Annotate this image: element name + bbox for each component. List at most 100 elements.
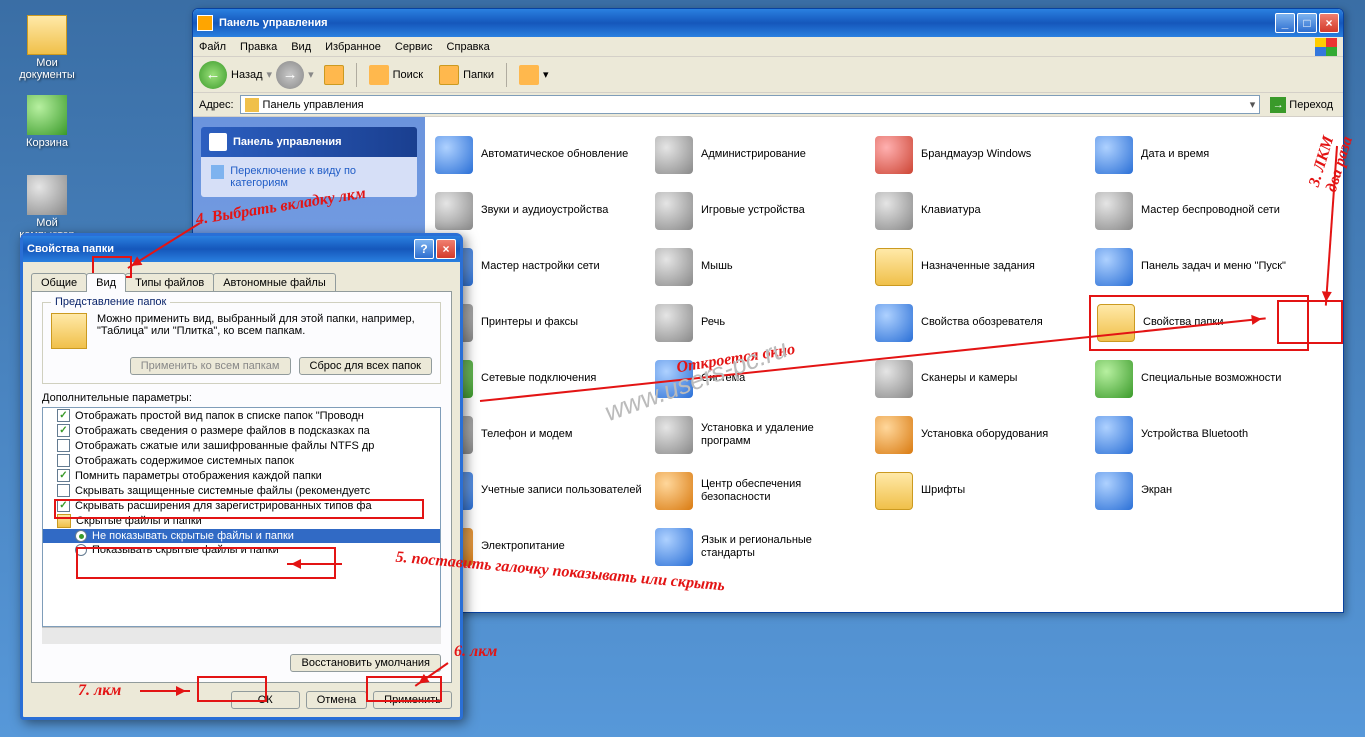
cp-item[interactable]: Устройства Bluetooth <box>1089 407 1309 463</box>
search-button[interactable]: Поиск <box>363 62 429 88</box>
cp-item-label: Мышь <box>701 260 733 273</box>
option-row[interactable]: ✓Отображать простой вид папок в списке п… <box>43 408 440 423</box>
apply-button[interactable]: Применить <box>373 691 452 709</box>
cp-item-label: Мастер беспроводной сети <box>1141 204 1280 217</box>
cp-item[interactable]: Свойства обозревателя <box>869 295 1089 351</box>
views-button[interactable]: ▾ <box>513 62 555 88</box>
task-panel-header[interactable]: Панель управления <box>201 127 417 157</box>
tab-general[interactable]: Общие <box>31 273 87 292</box>
desktop-my-documents[interactable]: Мои документы <box>12 15 82 81</box>
go-icon: → <box>1270 97 1286 113</box>
cp-item[interactable]: Назначенные задания <box>869 239 1089 295</box>
option-label: Скрывать расширения для зарегистрированн… <box>75 500 372 512</box>
cp-item[interactable]: Центр обеспечения безопасности <box>649 463 869 519</box>
tab-offline[interactable]: Автономные файлы <box>213 273 336 292</box>
window-titlebar[interactable]: Панель управления _ □ × <box>193 9 1343 37</box>
option-row[interactable]: Показывать скрытые файлы и папки <box>43 543 440 557</box>
option-row[interactable]: Скрывать защищенные системные файлы (рек… <box>43 483 440 498</box>
radio-icon <box>75 544 87 556</box>
cp-item[interactable]: Дата и время <box>1089 127 1309 183</box>
cp-item[interactable]: Установка и удаление программ <box>649 407 869 463</box>
option-row[interactable]: Не показывать скрытые файлы и папки <box>43 529 440 543</box>
reset-all-button[interactable]: Сброс для всех папок <box>299 357 433 375</box>
help-button[interactable]: ? <box>414 239 434 259</box>
cp-item[interactable]: Свойства папки <box>1089 295 1309 351</box>
tab-filetypes[interactable]: Типы файлов <box>125 273 214 292</box>
menu-favorites[interactable]: Избранное <box>325 41 381 53</box>
forward-button[interactable]: → <box>276 61 304 89</box>
cp-item-label: Принтеры и факсы <box>481 316 578 329</box>
cp-item[interactable]: Установка оборудования <box>869 407 1089 463</box>
cp-item[interactable]: Администрирование <box>649 127 869 183</box>
cp-item-label: Речь <box>701 316 725 329</box>
group-description: Можно применить вид, выбранный для этой … <box>97 313 432 349</box>
cp-item[interactable]: Звуки и аудиоустройства <box>429 183 649 239</box>
menu-help[interactable]: Справка <box>447 41 490 53</box>
control-panel-icon <box>245 98 259 112</box>
advanced-settings-list[interactable]: ✓Отображать простой вид папок в списке п… <box>42 407 441 627</box>
option-row[interactable]: ✓Помнить параметры отображения каждой па… <box>43 468 440 483</box>
tab-view[interactable]: Вид <box>86 273 126 292</box>
go-button[interactable]: →Переход <box>1266 97 1337 113</box>
horizontal-scrollbar[interactable] <box>42 627 441 644</box>
cp-item[interactable]: Специальные возможности <box>1089 351 1309 407</box>
cp-item-icon <box>875 360 913 398</box>
desktop-label: Мои документы <box>12 57 82 81</box>
option-label: Скрытые файлы и папки <box>76 515 202 527</box>
cp-item-icon <box>875 472 913 510</box>
cp-item[interactable]: Экран <box>1089 463 1309 519</box>
menu-edit[interactable]: Правка <box>240 41 277 53</box>
cp-item[interactable]: Брандмауэр Windows <box>869 127 1089 183</box>
cp-item-label: Клавиатура <box>921 204 981 217</box>
menu-view[interactable]: Вид <box>291 41 311 53</box>
back-button[interactable]: ← <box>199 61 227 89</box>
cp-item[interactable]: Клавиатура <box>869 183 1089 239</box>
desktop-recycle-bin[interactable]: Корзина <box>12 95 82 149</box>
close-button[interactable]: × <box>1319 13 1339 33</box>
cp-item-icon <box>655 136 693 174</box>
cp-item[interactable]: Сканеры и камеры <box>869 351 1089 407</box>
minimize-button[interactable]: _ <box>1275 13 1295 33</box>
option-row[interactable]: Отображать содержимое системных папок <box>43 453 440 468</box>
desktop-my-computer[interactable]: Мой компьютер <box>12 175 82 241</box>
option-label: Скрывать защищенные системные файлы (рек… <box>75 485 370 497</box>
option-row[interactable]: Отображать сжатые или зашифрованные файл… <box>43 438 440 453</box>
cp-item[interactable]: Шрифты <box>869 463 1089 519</box>
dialog-titlebar[interactable]: Свойства папки ? × <box>23 236 460 262</box>
folders-button[interactable]: Папки <box>433 62 500 88</box>
cp-item-icon <box>875 304 913 342</box>
restore-defaults-button[interactable]: Восстановить умолчания <box>290 654 441 672</box>
option-row[interactable]: ✓Скрывать расширения для зарегистрирован… <box>43 498 440 513</box>
ok-button[interactable]: ОК <box>231 691 300 709</box>
switch-category-link[interactable]: Переключение к виду по категориям <box>211 165 407 189</box>
maximize-button[interactable]: □ <box>1297 13 1317 33</box>
cp-item[interactable]: Мастер беспроводной сети <box>1089 183 1309 239</box>
menu-tools[interactable]: Сервис <box>395 41 433 53</box>
dialog-close-button[interactable]: × <box>436 239 456 259</box>
cp-item[interactable]: Автоматическое обновление <box>429 127 649 183</box>
cp-item-label: Электропитание <box>481 540 565 553</box>
cp-item-icon <box>655 472 693 510</box>
option-row[interactable]: ✓Отображать сведения о размере файлов в … <box>43 423 440 438</box>
up-button[interactable] <box>318 62 350 88</box>
option-row[interactable]: Скрытые файлы и папки <box>43 513 440 529</box>
cancel-button[interactable]: Отмена <box>306 691 367 709</box>
control-panel-icon <box>197 15 213 31</box>
cp-item-label: Сканеры и камеры <box>921 372 1017 385</box>
search-icon <box>369 65 389 85</box>
cp-item[interactable]: Язык и региональные стандарты <box>649 519 869 575</box>
option-label: Отображать сжатые или зашифрованные файл… <box>75 440 374 452</box>
cp-item[interactable]: Мышь <box>649 239 869 295</box>
views-icon <box>519 65 539 85</box>
option-label: Отображать содержимое системных папок <box>75 455 294 467</box>
control-panel-items: Автоматическое обновлениеАдминистрирован… <box>425 117 1343 613</box>
cp-item-icon <box>655 248 693 286</box>
menu-file[interactable]: Файл <box>199 41 226 53</box>
apply-to-all-button[interactable]: Применить ко всем папкам <box>130 357 291 375</box>
address-input[interactable]: Панель управления ▾ <box>240 95 1261 114</box>
cp-item-icon <box>875 192 913 230</box>
option-label: Отображать сведения о размере файлов в п… <box>75 425 370 437</box>
cp-item[interactable]: Игровые устройства <box>649 183 869 239</box>
back-label[interactable]: Назад <box>231 69 263 81</box>
cp-item[interactable]: Панель задач и меню "Пуск" <box>1089 239 1309 295</box>
